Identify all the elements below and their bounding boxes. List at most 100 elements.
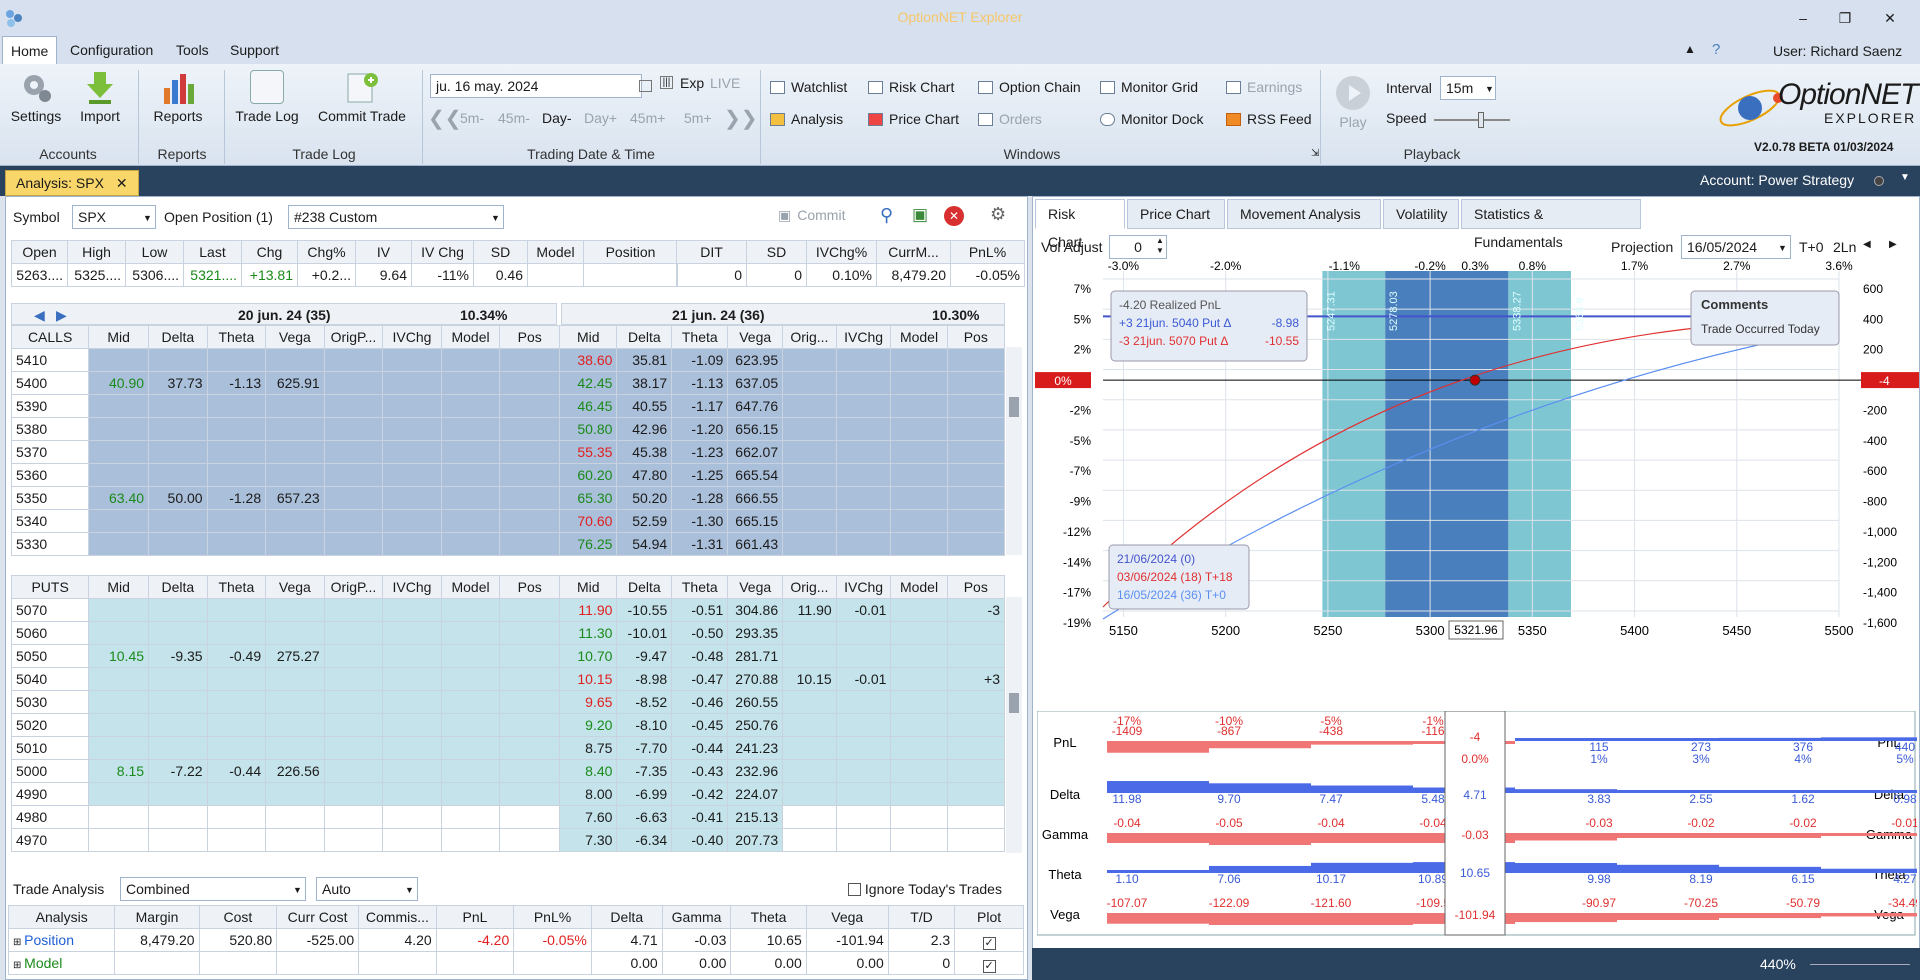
chain-cell-left[interactable] bbox=[382, 713, 442, 737]
chain-cell-left[interactable]: 657.23 bbox=[265, 486, 325, 510]
chain-cell-right[interactable] bbox=[782, 644, 837, 668]
chain-cell-left[interactable] bbox=[265, 394, 325, 418]
chain-header[interactable]: Vega bbox=[265, 575, 325, 599]
chain-cell-right[interactable]: -10.01 bbox=[616, 621, 673, 645]
chain-cell-right[interactable] bbox=[782, 828, 837, 852]
interval-select[interactable]: 15m ▼ bbox=[1440, 76, 1496, 100]
chain-cell-left[interactable] bbox=[499, 348, 561, 372]
collapse-ribbon-icon[interactable]: ▲ bbox=[1684, 42, 1696, 56]
chain-cell-left[interactable] bbox=[206, 394, 267, 418]
chain-cell-right[interactable]: 7.30 bbox=[559, 828, 618, 852]
chain-cell-right[interactable] bbox=[835, 690, 892, 714]
puts-row[interactable]: 5050 10.45 -9.35 -0.49 275.27 10.70 -9.47 -0.48… bbox=[10, 644, 1006, 668]
chain-cell-right[interactable]: 11.90 bbox=[782, 598, 837, 622]
watchlist-button[interactable]: Watchlist bbox=[770, 76, 847, 98]
chain-cell-left[interactable] bbox=[382, 805, 442, 829]
chain-cell-right[interactable] bbox=[835, 394, 892, 418]
analysis-tab[interactable]: Analysis: SPX ✕ bbox=[5, 170, 139, 196]
chain-cell-right[interactable]: 8.40 bbox=[559, 759, 618, 783]
chain-header[interactable]: Pos bbox=[946, 575, 1006, 599]
chain-cell-right[interactable] bbox=[835, 371, 892, 395]
calls-row[interactable]: 5350 63.40 50.00 -1.28 657.23 65.30 50.20 -1.28… bbox=[10, 486, 1006, 510]
chain-cell-left[interactable] bbox=[206, 417, 267, 441]
speed-slider-track[interactable] bbox=[1434, 119, 1510, 121]
chain-cell-left[interactable] bbox=[206, 667, 267, 691]
chain-cell-right[interactable] bbox=[946, 348, 1006, 372]
chain-cell-left[interactable] bbox=[440, 621, 501, 645]
chain-cell-right[interactable] bbox=[835, 440, 892, 464]
chain-cell-right[interactable] bbox=[946, 805, 1006, 829]
calls-row[interactable]: 5330 76.25 54.94 -1.31 661.43 bbox=[10, 532, 1006, 556]
chain-cell-left[interactable] bbox=[148, 417, 208, 441]
chain-cell-left[interactable] bbox=[206, 598, 267, 622]
chain-cell-right[interactable]: 260.55 bbox=[727, 690, 784, 714]
chain-cell-left[interactable]: -1.28 bbox=[206, 486, 267, 510]
chain-header[interactable]: Delta bbox=[148, 325, 208, 349]
chain-cell-right[interactable] bbox=[835, 713, 892, 737]
plot-checkbox[interactable]: ✓ bbox=[982, 936, 996, 950]
calls-row[interactable]: 5380 50.80 42.96 -1.20 656.15 bbox=[10, 417, 1006, 441]
chain-cell-left[interactable] bbox=[265, 532, 325, 556]
chain-cell-right[interactable]: 60.20 bbox=[559, 463, 618, 487]
earnings-button[interactable]: Earnings bbox=[1226, 76, 1302, 98]
chain-cell-left[interactable] bbox=[440, 828, 501, 852]
chain-header[interactable]: Model bbox=[890, 325, 948, 349]
chain-cell-left[interactable] bbox=[323, 690, 384, 714]
chain-cell-right[interactable]: 55.35 bbox=[559, 440, 618, 464]
chain-cell-right[interactable]: 637.05 bbox=[727, 371, 784, 395]
symbol-select[interactable]: SPX ▼ bbox=[72, 205, 156, 229]
chain-cell-left[interactable] bbox=[148, 690, 208, 714]
close-tab-icon[interactable]: ✕ bbox=[116, 175, 128, 191]
chain-cell-left[interactable] bbox=[382, 440, 442, 464]
chain-cell-left[interactable] bbox=[88, 348, 150, 372]
chain-header[interactable]: Delta bbox=[616, 325, 673, 349]
chain-cell-left[interactable] bbox=[206, 440, 267, 464]
chain-header[interactable]: OrigP... bbox=[323, 325, 384, 349]
chain-cell-right[interactable]: 46.45 bbox=[559, 394, 618, 418]
chain-cell-left[interactable] bbox=[499, 440, 561, 464]
chain-cell-right[interactable]: -0.48 bbox=[671, 644, 729, 668]
chain-cell-right[interactable]: -6.63 bbox=[616, 805, 673, 829]
chain-cell-left[interactable] bbox=[382, 736, 442, 760]
chain-cell-left[interactable] bbox=[88, 394, 150, 418]
chain-cell-left[interactable] bbox=[265, 598, 325, 622]
chain-cell-right[interactable]: -8.10 bbox=[616, 713, 673, 737]
rewind-icon[interactable]: ❮❮ bbox=[428, 106, 462, 131]
chain-cell-right[interactable]: 38.17 bbox=[616, 371, 673, 395]
calls-row[interactable]: 5410 38.60 35.81 -1.09 623.95 bbox=[10, 348, 1006, 372]
chain-cell-right[interactable] bbox=[946, 486, 1006, 510]
chain-cell-right[interactable] bbox=[946, 644, 1006, 668]
chain-cell-left[interactable] bbox=[499, 644, 561, 668]
chain-cell-left[interactable] bbox=[88, 736, 150, 760]
chain-cell-right[interactable]: 9.20 bbox=[559, 713, 618, 737]
chain-cell-right[interactable]: -0.40 bbox=[671, 828, 729, 852]
chain-cell-left[interactable] bbox=[382, 417, 442, 441]
restore-icon[interactable]: ❐ bbox=[1830, 6, 1860, 30]
chain-cell-right[interactable] bbox=[946, 736, 1006, 760]
chain-cell-left[interactable] bbox=[323, 486, 384, 510]
chain-cell-left[interactable] bbox=[499, 690, 561, 714]
chain-cell-right[interactable] bbox=[835, 759, 892, 783]
chain-cell-right[interactable] bbox=[782, 713, 837, 737]
chain-cell-right[interactable] bbox=[782, 805, 837, 829]
chain-cell-left[interactable] bbox=[148, 348, 208, 372]
puts-row[interactable]: 5020 9.20 -8.10 -0.45 250.76 bbox=[10, 713, 1006, 737]
chain-header[interactable]: Theta bbox=[206, 325, 267, 349]
rss-feed-button[interactable]: RSS Feed bbox=[1226, 108, 1312, 130]
chain-cell-left[interactable] bbox=[206, 621, 267, 645]
chain-cell-right[interactable]: -0.45 bbox=[671, 713, 729, 737]
chain-cell-left[interactable]: 63.40 bbox=[88, 486, 150, 510]
chain-cell-right[interactable] bbox=[782, 486, 837, 510]
chain-cell-left[interactable]: 37.73 bbox=[148, 371, 208, 395]
chain-cell-left[interactable] bbox=[440, 486, 501, 510]
chain-cell-left[interactable] bbox=[499, 532, 561, 556]
chain-cell-left[interactable] bbox=[148, 782, 208, 806]
chain-header[interactable]: Orig... bbox=[782, 575, 837, 599]
chain-cell-right[interactable]: -1.23 bbox=[671, 440, 729, 464]
chain-cell-right[interactable] bbox=[890, 598, 948, 622]
chain-cell-right[interactable]: 52.59 bbox=[616, 509, 673, 533]
commit-trade-button[interactable]: Commit Trade bbox=[312, 70, 412, 124]
minimize-icon[interactable]: – bbox=[1788, 6, 1818, 30]
chain-cell-right[interactable]: -0.51 bbox=[671, 598, 729, 622]
puts-row[interactable]: 5030 9.65 -8.52 -0.46 260.55 bbox=[10, 690, 1006, 714]
